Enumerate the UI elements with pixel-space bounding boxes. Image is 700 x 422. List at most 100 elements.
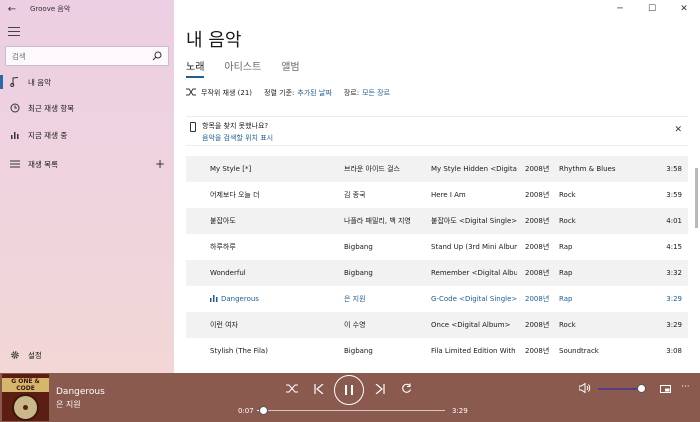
seek-thumb[interactable]	[259, 406, 269, 415]
pause-button[interactable]	[334, 375, 364, 405]
current-time: 0:07	[238, 407, 254, 415]
now-playing-artist[interactable]: 은 지원	[56, 399, 81, 410]
song-artist[interactable]: 은 지원	[344, 294, 428, 304]
sidebar-item-label: 최근 재생 항목	[28, 103, 75, 113]
song-year: 2008년	[525, 217, 550, 225]
song-duration: 3:59	[666, 191, 682, 199]
sidebar-item-now-playing[interactable]: 지금 재생 중	[0, 124, 174, 146]
song-duration: 4:15	[666, 243, 682, 251]
now-playing-icon	[210, 295, 218, 302]
song-genre: Rhythm & Blues	[559, 165, 616, 173]
pause-icon	[345, 385, 347, 395]
volume-icon[interactable]	[579, 383, 591, 393]
previous-icon[interactable]	[314, 384, 324, 394]
song-title: Stylish (The Fila)	[210, 347, 268, 355]
song-album[interactable]: Stand Up (3rd Mini Album	[431, 243, 517, 251]
more-icon[interactable]: ···	[681, 382, 690, 392]
search-input[interactable]: 검색	[12, 51, 152, 62]
song-album[interactable]: Here I Am	[431, 191, 517, 199]
song-artist[interactable]: Bigbang	[344, 269, 428, 277]
sidebar-item-playlists[interactable]: 재생 목록 +	[0, 153, 174, 175]
settings-label: 설정	[28, 350, 42, 360]
scrollbar[interactable]	[695, 168, 698, 228]
song-genre: Rap	[559, 243, 573, 251]
song-artist[interactable]: 나플라 패밀리, 백 지영	[344, 216, 428, 226]
tab-artists[interactable]: 아티스트	[224, 58, 261, 78]
sidebar-item-recent[interactable]: 최근 재생 항목	[0, 97, 174, 119]
song-artist[interactable]: 김 종국	[344, 190, 428, 200]
song-album[interactable]: 붙잡아도 <Digital Single>	[431, 216, 517, 226]
settings-button[interactable]: 설정	[0, 344, 174, 366]
song-row[interactable]: 어제보다 오늘 더 김 종국 Here I Am 2008년 Rock 3:59	[186, 182, 688, 208]
song-album[interactable]: My Style Hidden <Digital	[431, 165, 517, 173]
song-album[interactable]: G-Code <Digital Single>	[431, 295, 517, 303]
genre-dropdown[interactable]: 모든 장르	[362, 88, 390, 98]
album-art-label: G ONE & CODE	[2, 378, 49, 392]
song-album[interactable]: Once <Digital Album>	[431, 321, 517, 329]
player-bar: G ONE & CODE Dangerous 은 지원 0:07 3:29 ··…	[0, 373, 700, 422]
repeat-icon[interactable]	[401, 383, 412, 394]
main-panel: 내 음악 노래 아티스트 앨범 무작위 재생 (21) 정렬 기준: 추가된 날…	[174, 18, 700, 373]
song-row[interactable]: My Style [*] 브라운 아이드 걸스 My Style Hidden …	[186, 156, 688, 182]
song-duration: 3:32	[666, 269, 682, 277]
song-title: My Style [*]	[210, 165, 252, 173]
song-title: 붙잡아도	[210, 217, 236, 225]
song-album[interactable]: Fila Limited Edition With I	[431, 347, 517, 355]
song-title: 어제보다 오늘 더	[210, 191, 260, 199]
song-duration: 4:01	[666, 217, 682, 225]
song-album[interactable]: Remember <Digital Albun	[431, 269, 517, 277]
search-icon[interactable]	[152, 51, 162, 61]
tab-songs[interactable]: 노래	[186, 58, 205, 78]
close-icon[interactable]: ✕	[674, 125, 682, 135]
pause-icon	[351, 385, 353, 395]
sort-dropdown[interactable]: 추가된 날짜	[297, 88, 331, 98]
song-artist[interactable]: Bigbang	[344, 347, 428, 355]
seek-bar[interactable]	[257, 410, 445, 411]
song-year: 2008년	[525, 165, 550, 173]
sort-label: 정렬 기준:	[264, 89, 295, 97]
song-year: 2008년	[525, 347, 550, 355]
song-row[interactable]: 하루하루 Bigbang Stand Up (3rd Mini Album 20…	[186, 234, 688, 260]
sidebar-item-label: 재생 목록	[28, 159, 58, 169]
song-row[interactable]: Wonderful Bigbang Remember <Digital Albu…	[186, 260, 688, 286]
miniplayer-icon[interactable]	[660, 385, 671, 393]
next-icon[interactable]	[375, 384, 385, 394]
tab-albums[interactable]: 앨범	[281, 58, 299, 78]
song-title: 하루하루	[210, 243, 236, 251]
notice-link[interactable]: 음악을 검색할 위치 표시	[202, 133, 273, 143]
shuffle-all-button[interactable]: 무작위 재생 (21)	[201, 88, 252, 98]
back-icon[interactable]: ←	[0, 4, 24, 15]
gear-icon	[9, 350, 21, 360]
total-time: 3:29	[452, 407, 468, 415]
song-genre: Soundtrack	[559, 347, 599, 355]
minimize-button[interactable]: ─	[604, 0, 636, 18]
song-duration: 3:29	[666, 295, 682, 303]
song-artist[interactable]: 브라운 아이드 걸스	[344, 164, 428, 174]
playlist-icon	[9, 159, 21, 169]
genre-label: 장르:	[343, 89, 360, 97]
song-row[interactable]: 이런 여자 이 수영 Once <Digital Album> 2008년 Ro…	[186, 312, 688, 338]
song-list: My Style [*] 브라운 아이드 걸스 My Style Hidden …	[186, 146, 688, 373]
song-row[interactable]: 붙잡아도 나플라 패밀리, 백 지영 붙잡아도 <Digital Single>…	[186, 208, 688, 234]
song-artist[interactable]: Bigbang	[344, 243, 428, 251]
plus-icon[interactable]: +	[155, 157, 165, 171]
now-playing-title[interactable]: Dangerous	[56, 387, 105, 397]
search-box[interactable]: 검색	[5, 46, 169, 66]
sidebar-item-label: 내 음악	[28, 77, 52, 87]
song-year: 2008년	[525, 191, 550, 199]
maximize-button[interactable]: ☐	[636, 0, 668, 18]
title-bar: ← Groove 음악	[0, 0, 700, 18]
close-button[interactable]: ✕	[668, 0, 700, 18]
song-year: 2008년	[525, 243, 550, 251]
hamburger-icon[interactable]	[8, 27, 20, 39]
song-duration: 3:58	[666, 165, 682, 173]
song-row-playing[interactable]: Dangerous 은 지원 G-Code <Digital Single> 2…	[186, 286, 688, 312]
song-genre: Rap	[559, 269, 573, 277]
song-row[interactable]: Stylish (The Fila) Bigbang Fila Limited …	[186, 338, 688, 364]
song-artist[interactable]: 이 수영	[344, 320, 428, 330]
sidebar-item-my-music[interactable]: 내 음악	[0, 71, 174, 93]
album-art[interactable]: G ONE & CODE	[2, 374, 49, 421]
shuffle-icon[interactable]	[286, 384, 298, 393]
shuffle-icon[interactable]	[186, 88, 196, 98]
song-genre: Rock	[559, 191, 576, 199]
